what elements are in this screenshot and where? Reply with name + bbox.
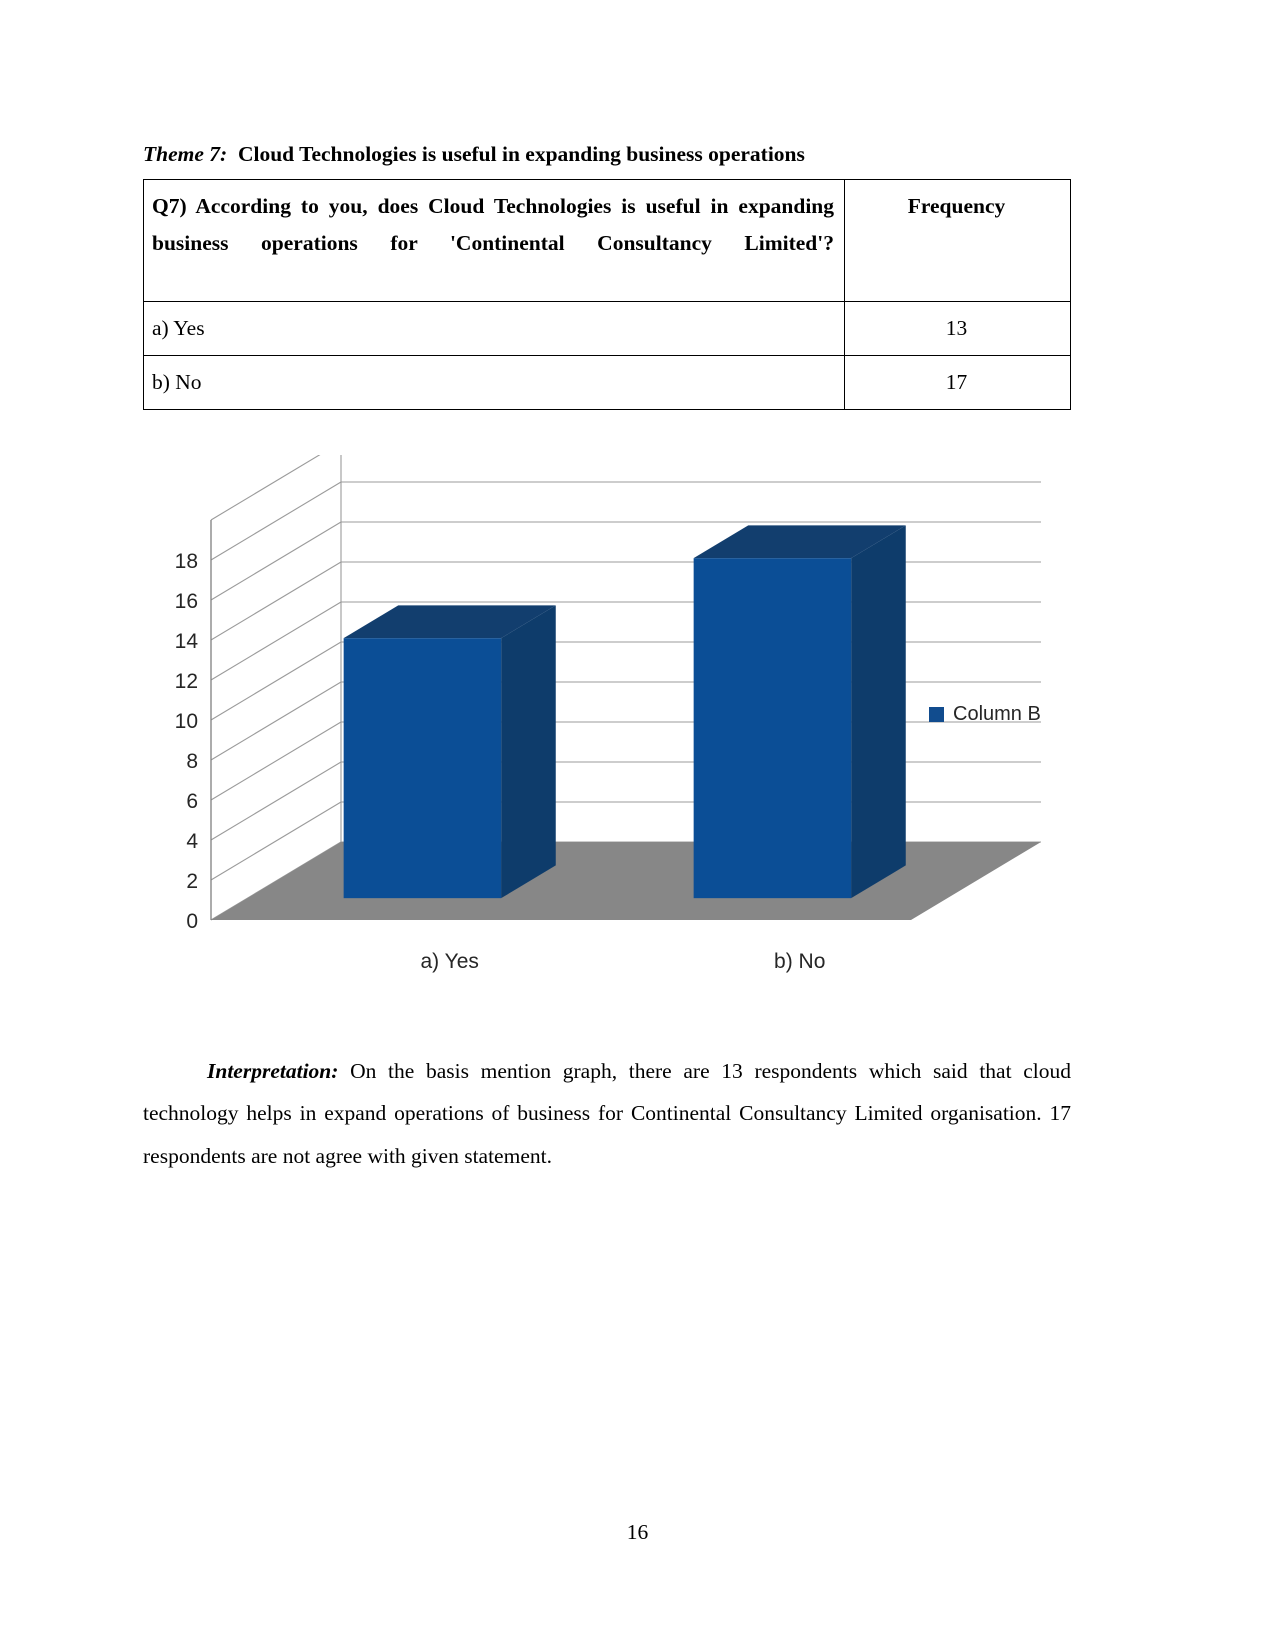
chart-x-tick-labels: a) Yes b) No: [421, 950, 826, 973]
theme-title: Cloud Technologies is useful in expandin…: [237, 142, 805, 166]
x-tick-label: b) No: [774, 950, 825, 973]
page-number: 16: [626, 1520, 649, 1544]
document-page: Theme 7: Cloud Technologies is useful in…: [0, 0, 1275, 1651]
y-tick-label: 14: [175, 630, 199, 653]
frequency-table: Q7) According to you, does Cloud Technol…: [143, 179, 1071, 410]
chart-y-tick-labels: 0 2 4 6 8 10 12 14 16 18: [175, 550, 199, 933]
bar-column: [693, 525, 906, 899]
bar-chart: 0 2 4 6 8 10 12 14 16 18 a) Yes b) No Column B: [143, 455, 1073, 975]
table-row: a) Yes 13: [143, 301, 1071, 356]
y-tick-label: 16: [175, 590, 198, 613]
option-label-yes: a) Yes: [143, 301, 845, 356]
chart-side-wall: [210, 455, 342, 921]
frequency-value-yes: 13: [844, 301, 1071, 356]
bar-column: [343, 605, 556, 899]
y-tick-label: 0: [186, 910, 198, 933]
interpretation-paragraph: Interpretation: On the basis mention gra…: [143, 1050, 1071, 1178]
y-tick-label: 10: [175, 710, 198, 733]
theme-heading: Theme 7: Cloud Technologies is useful in…: [143, 141, 1073, 168]
theme-label: Theme 7:: [143, 142, 228, 166]
y-tick-label: 2: [186, 870, 198, 893]
legend-swatch-icon: [929, 707, 944, 722]
table-header-row: Q7) According to you, does Cloud Technol…: [143, 179, 1071, 302]
frequency-header: Frequency: [844, 179, 1071, 302]
question-cell: Q7) According to you, does Cloud Technol…: [143, 179, 845, 302]
x-tick-label: a) Yes: [421, 950, 479, 973]
legend-label: Column B: [953, 703, 1041, 725]
y-tick-label: 6: [186, 790, 198, 813]
frequency-value-no: 17: [844, 354, 1071, 410]
chart-floor: [211, 842, 1041, 920]
y-tick-label: 8: [186, 750, 198, 773]
y-tick-label: 18: [175, 550, 198, 573]
option-label-no: b) No: [143, 354, 845, 410]
table-row: b) No 17: [143, 354, 1071, 410]
chart-legend: Column B: [929, 703, 1041, 726]
y-tick-label: 12: [175, 670, 198, 693]
y-tick-label: 4: [186, 830, 198, 853]
interpretation-label: Interpretation:: [207, 1058, 339, 1083]
